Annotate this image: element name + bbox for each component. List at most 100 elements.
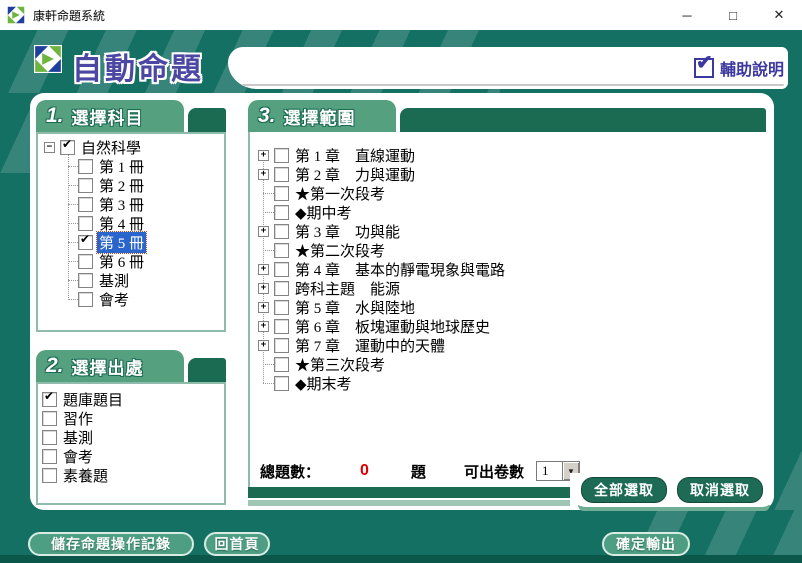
tree-item-label[interactable]: 第 2 章 力與運動 xyxy=(295,164,415,185)
tree-item[interactable]: 第 2 冊 xyxy=(38,176,224,195)
checkbox[interactable] xyxy=(274,243,289,258)
tree-item-label[interactable]: ★第二次段考 xyxy=(295,240,385,261)
checkbox[interactable] xyxy=(42,411,57,426)
tree-item[interactable]: ★第一次段考 xyxy=(252,184,505,203)
checkbox[interactable] xyxy=(78,254,93,269)
checkbox[interactable] xyxy=(274,281,289,296)
help-link[interactable]: ✔ 輔助說明 xyxy=(694,56,784,80)
checkbox[interactable] xyxy=(78,197,93,212)
checkbox[interactable] xyxy=(274,376,289,391)
checkbox[interactable] xyxy=(274,338,289,353)
expand-icon[interactable]: + xyxy=(258,283,269,294)
collapse-icon[interactable]: − xyxy=(44,142,55,153)
list-item-label[interactable]: 會考 xyxy=(63,446,93,467)
deselect-button[interactable]: 取消選取 xyxy=(677,477,763,503)
tree-item[interactable]: + 第 5 章 水與陸地 xyxy=(252,298,505,317)
tree-item[interactable]: + 第 6 章 板塊運動與地球歷史 xyxy=(252,317,505,336)
list-item[interactable]: 基測 xyxy=(42,428,123,447)
list-item-label[interactable]: 習作 xyxy=(63,408,93,429)
tree-item-label[interactable]: 第 6 章 板塊運動與地球歷史 xyxy=(295,316,490,337)
tree-item-label[interactable]: 第 7 章 運動中的天體 xyxy=(295,335,445,356)
tree-item[interactable]: + 第 2 章 力與運動 xyxy=(252,165,505,184)
confirm-output-button[interactable]: 確定輸出 xyxy=(602,532,690,556)
checkbox[interactable] xyxy=(78,159,93,174)
tree-item[interactable]: 第 3 冊 xyxy=(38,195,224,214)
tree-item[interactable]: + 第 4 章 基本的靜電現象與電路 xyxy=(252,260,505,279)
checkbox[interactable] xyxy=(78,216,93,231)
tree-item-label[interactable]: 第 3 冊 xyxy=(99,194,144,215)
checkbox-checked[interactable]: ✔ xyxy=(78,235,93,250)
tree-item[interactable]: 第 4 冊 xyxy=(38,214,224,233)
checkbox[interactable] xyxy=(78,292,93,307)
tree-item-root[interactable]: − ✔ 自然科學 xyxy=(38,138,224,157)
list-item-label[interactable]: 基測 xyxy=(63,427,93,448)
tree-item-label[interactable]: 會考 xyxy=(99,289,129,310)
list-item[interactable]: 習作 xyxy=(42,409,123,428)
expand-icon[interactable]: + xyxy=(258,226,269,237)
tree-item[interactable]: 基測 xyxy=(38,271,224,290)
select-all-button[interactable]: 全部選取 xyxy=(581,477,667,503)
checkbox[interactable] xyxy=(42,449,57,464)
checkbox[interactable] xyxy=(274,167,289,182)
tree-item[interactable]: ◆期中考 xyxy=(252,203,505,222)
tree-item[interactable]: 第 6 冊 xyxy=(38,252,224,271)
tree-item-label[interactable]: ★第三次段考 xyxy=(295,354,385,375)
expand-icon[interactable]: + xyxy=(258,321,269,332)
tree-item[interactable]: ★第三次段考 xyxy=(252,355,505,374)
tree-item-label[interactable]: 第 3 章 功與能 xyxy=(295,221,400,242)
close-button[interactable]: ✕ xyxy=(756,0,802,30)
checkbox[interactable] xyxy=(78,178,93,193)
tree-item[interactable]: ★第二次段考 xyxy=(252,241,505,260)
list-item[interactable]: 素養題 xyxy=(42,466,123,485)
tree-item[interactable]: 第 1 冊 xyxy=(38,157,224,176)
checkbox-checked[interactable]: ✔ xyxy=(42,392,57,407)
save-record-button[interactable]: 儲存命題操作記錄 xyxy=(28,532,194,556)
checkbox[interactable] xyxy=(274,319,289,334)
checkbox-checked[interactable]: ✔ xyxy=(60,140,75,155)
tree-item-label[interactable]: 第 5 章 水與陸地 xyxy=(295,297,415,318)
tree-item[interactable]: + 第 3 章 功與能 xyxy=(252,222,505,241)
list-item-label[interactable]: 題庫題目 xyxy=(63,389,123,410)
tree-item-label[interactable]: ◆期中考 xyxy=(295,202,352,223)
tree-item-label[interactable]: 第 1 章 直線運動 xyxy=(295,145,415,166)
tree-item-label[interactable]: ★第一次段考 xyxy=(295,183,385,204)
tree-item-label[interactable]: 第 4 章 基本的靜電現象與電路 xyxy=(295,259,505,280)
tree-item-label[interactable]: 自然科學 xyxy=(81,137,141,158)
expand-icon[interactable]: + xyxy=(258,264,269,275)
expand-icon[interactable]: + xyxy=(258,169,269,180)
tree-item-label[interactable]: 第 5 冊 xyxy=(97,232,146,253)
tree-item[interactable]: 會考 xyxy=(38,290,224,309)
tree-item-label[interactable]: 基測 xyxy=(99,270,129,291)
tree-item-label[interactable]: 第 4 冊 xyxy=(99,213,144,234)
expand-icon[interactable]: + xyxy=(258,150,269,161)
expand-icon[interactable]: + xyxy=(258,302,269,313)
tree-item[interactable]: + 跨科主題 能源 xyxy=(252,279,505,298)
tree-item[interactable]: + 第 7 章 運動中的天體 xyxy=(252,336,505,355)
tree-item-label[interactable]: ◆期末考 xyxy=(295,373,352,394)
expand-icon[interactable]: + xyxy=(258,340,269,351)
tree-item-selected[interactable]: ✔ 第 5 冊 xyxy=(38,233,224,252)
checkbox[interactable] xyxy=(42,430,57,445)
tree-item-label[interactable]: 第 1 冊 xyxy=(99,156,144,177)
tree-item-label[interactable]: 跨科主題 能源 xyxy=(295,278,400,299)
tree-item-label[interactable]: 第 2 冊 xyxy=(99,175,144,196)
checkbox[interactable] xyxy=(274,300,289,315)
tree-item[interactable]: ◆期末考 xyxy=(252,374,505,393)
checkbox[interactable] xyxy=(274,148,289,163)
checkbox[interactable] xyxy=(42,468,57,483)
minimize-button[interactable]: ─ xyxy=(664,0,710,30)
tree-item-label[interactable]: 第 6 冊 xyxy=(99,251,144,272)
checkbox[interactable] xyxy=(274,224,289,239)
list-item[interactable]: ✔ 題庫題目 xyxy=(42,390,123,409)
home-button[interactable]: 回首頁 xyxy=(204,532,270,556)
maximize-button[interactable]: □ xyxy=(710,0,756,30)
tree-item[interactable]: + 第 1 章 直線運動 xyxy=(252,146,505,165)
checkbox[interactable] xyxy=(78,273,93,288)
checkbox[interactable] xyxy=(274,186,289,201)
tree-connector xyxy=(68,204,78,206)
checkbox[interactable] xyxy=(274,262,289,277)
list-item-label[interactable]: 素養題 xyxy=(63,465,108,486)
checkbox[interactable] xyxy=(274,205,289,220)
list-item[interactable]: 會考 xyxy=(42,447,123,466)
checkbox[interactable] xyxy=(274,357,289,372)
